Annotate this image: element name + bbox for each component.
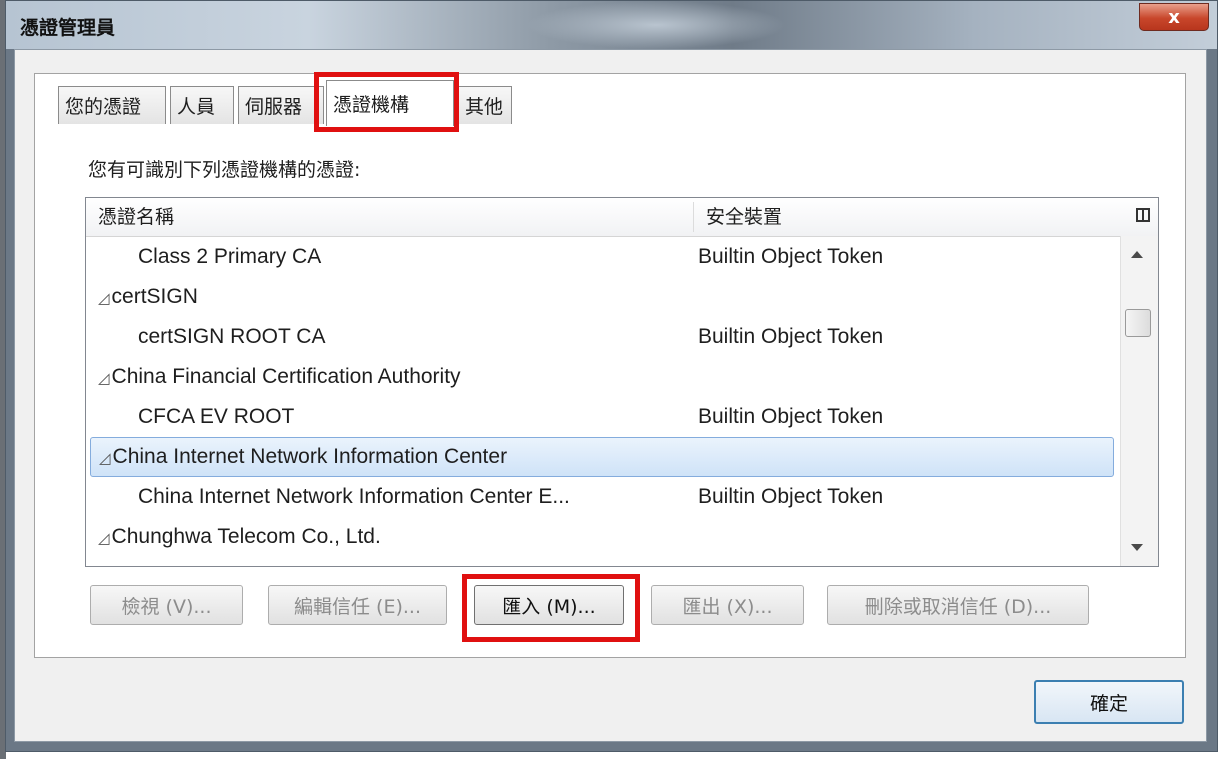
highlight-box-import-button: [462, 574, 640, 642]
tab-people[interactable]: 人員: [170, 86, 234, 124]
edit-trust-button[interactable]: 編輯信任 (E)...: [268, 585, 447, 625]
cert-name: certSIGN ROOT CA: [138, 325, 326, 348]
authorities-description: 您有可識別下列憑證機構的憑證:: [88, 159, 361, 181]
tab-label: 其他: [465, 96, 504, 118]
column-header-name[interactable]: 憑證名稱: [98, 198, 174, 236]
scroll-down-arrow-icon[interactable]: [1131, 544, 1143, 551]
close-button[interactable]: x: [1139, 3, 1209, 31]
list-header: 憑證名稱 安全裝置: [86, 198, 1158, 237]
ok-button[interactable]: 確定: [1034, 680, 1184, 724]
group-name: China Internet Network Information Cente…: [112, 445, 508, 468]
tree-group-row-selected[interactable]: ◿China Internet Network Information Cent…: [90, 437, 1114, 477]
tab-label: 人員: [177, 96, 216, 118]
certificate-rows: Class 2 Primary CA Builtin Object Token …: [86, 237, 1116, 557]
expand-triangle-icon[interactable]: ◿: [99, 450, 111, 467]
export-button[interactable]: 匯出 (X)...: [651, 585, 804, 625]
tab-label: 伺服器: [245, 96, 303, 118]
cert-token: Builtin Object Token: [698, 405, 884, 428]
scroll-up-arrow-icon[interactable]: [1131, 251, 1143, 258]
cert-token: Builtin Object Token: [698, 245, 884, 268]
column-separator[interactable]: [693, 202, 694, 232]
tree-row[interactable]: certSIGN ROOT CA Builtin Object Token: [86, 317, 1116, 357]
expand-triangle-icon[interactable]: ◿: [98, 370, 110, 387]
group-name: Chunghwa Telecom Co., Ltd.: [111, 525, 381, 548]
tree-row[interactable]: CFCA EV ROOT Builtin Object Token: [86, 397, 1116, 437]
tab-servers[interactable]: 伺服器: [238, 86, 324, 124]
certificate-tree-list[interactable]: 憑證名稱 安全裝置 Class 2 Primary CA Builtin Obj…: [85, 197, 1159, 567]
title-bar[interactable]: 憑證管理員 x: [6, 1, 1217, 49]
expand-triangle-icon[interactable]: ◿: [98, 530, 110, 547]
tab-label: 您的憑證: [65, 96, 142, 118]
cert-token: Builtin Object Token: [698, 485, 884, 508]
cert-name: Class 2 Primary CA: [138, 245, 322, 268]
scroll-thumb[interactable]: [1125, 309, 1151, 337]
close-icon: x: [1168, 6, 1180, 28]
tree-group-row[interactable]: ◿Chunghwa Telecom Co., Ltd.: [86, 517, 1116, 557]
column-picker-icon[interactable]: [1136, 208, 1150, 222]
tree-group-row[interactable]: ◿China Financial Certification Authority: [86, 357, 1116, 397]
tree-group-row[interactable]: ◿certSIGN: [86, 277, 1116, 317]
cert-token: Builtin Object Token: [698, 325, 884, 348]
cert-name: China Internet Network Information Cente…: [138, 485, 570, 508]
vertical-scrollbar[interactable]: [1120, 236, 1158, 566]
delete-or-distrust-button[interactable]: 刪除或取消信任 (D)...: [827, 585, 1089, 625]
tree-row[interactable]: China Internet Network Information Cente…: [86, 477, 1116, 517]
tab-others[interactable]: 其他: [458, 86, 512, 124]
group-name: China Financial Certification Authority: [111, 365, 461, 388]
window-title: 憑證管理員: [20, 17, 116, 39]
column-header-device[interactable]: 安全裝置: [706, 198, 782, 236]
view-button[interactable]: 檢視 (V)...: [90, 585, 243, 625]
group-name: certSIGN: [111, 285, 198, 308]
tree-row[interactable]: Class 2 Primary CA Builtin Object Token: [86, 237, 1116, 277]
highlight-box-authorities-tab: [314, 72, 459, 132]
expand-triangle-icon[interactable]: ◿: [98, 290, 110, 307]
cert-name: CFCA EV ROOT: [138, 405, 295, 428]
tab-your-certificates[interactable]: 您的憑證: [58, 86, 166, 124]
title-bar-glow: [526, 1, 786, 49]
